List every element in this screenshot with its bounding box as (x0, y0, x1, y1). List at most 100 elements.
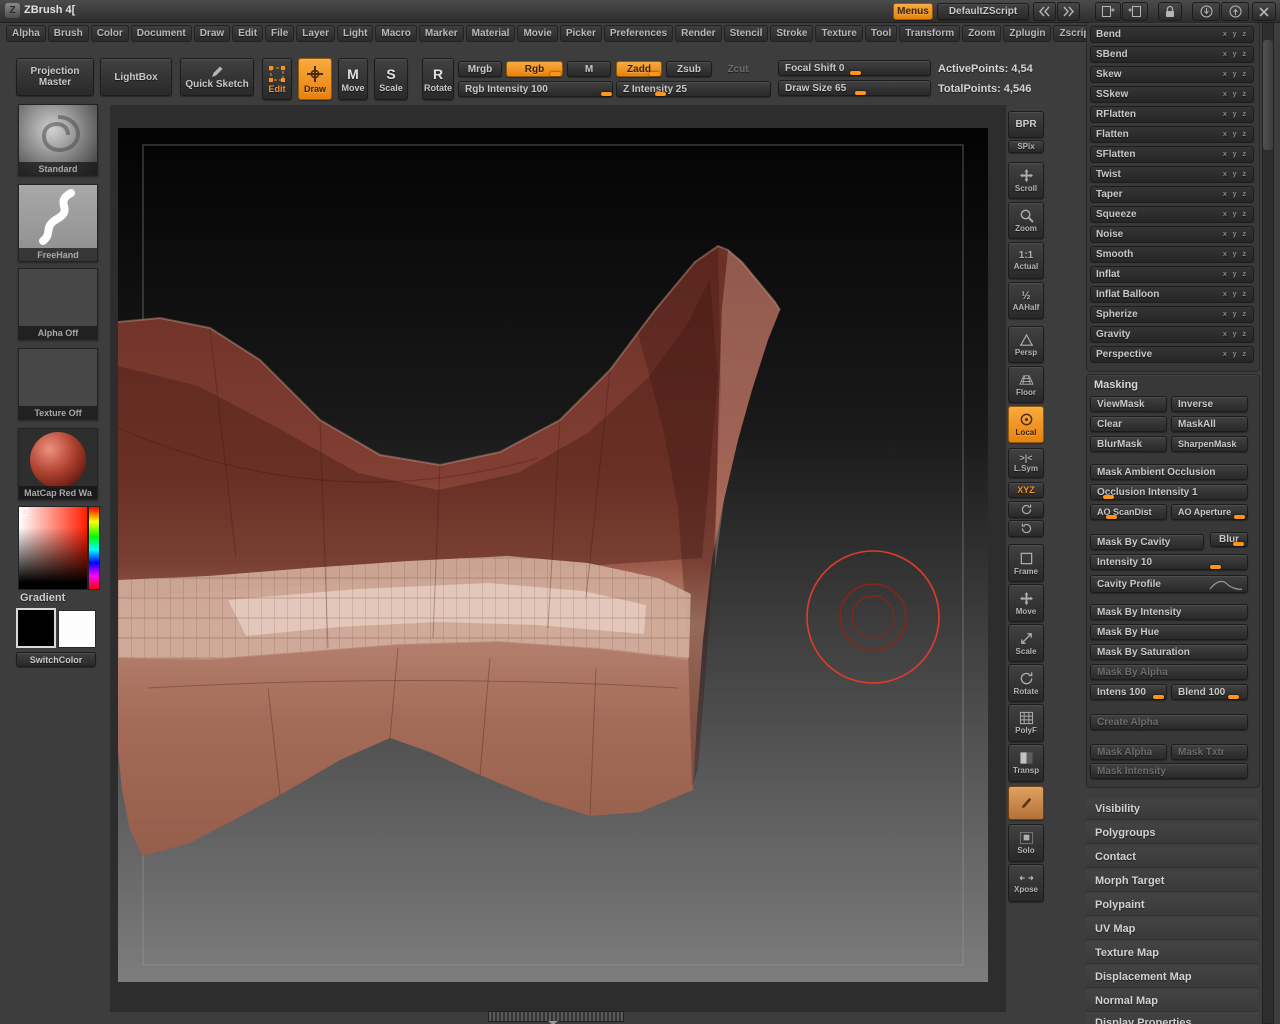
floor-button[interactable]: Floor (1008, 366, 1044, 403)
close-icon[interactable] (1252, 2, 1276, 21)
axis-toggles[interactable]: x y z (1223, 51, 1248, 58)
axis-toggles[interactable]: x y z (1223, 71, 1248, 78)
zscript-button[interactable]: DefaultZScript (937, 3, 1029, 20)
polyf-button[interactable]: PolyF (1008, 704, 1044, 742)
mask-txtr-button[interactable]: Mask Txtr (1171, 744, 1248, 760)
axis-toggles[interactable]: x y z (1223, 111, 1248, 118)
menu-picker[interactable]: Picker (559, 24, 602, 42)
mask-by-saturation-button[interactable]: Mask By Saturation (1090, 644, 1248, 660)
create-alpha-button[interactable]: Create Alpha (1090, 714, 1248, 730)
menu-file[interactable]: File (265, 24, 295, 42)
deform-row-sflatten[interactable]: SFlatten x y z (1090, 146, 1254, 163)
deform-row-inflat[interactable]: Inflat x y z (1090, 266, 1254, 283)
mask-by-alpha-button[interactable]: Mask By Alpha (1090, 664, 1248, 680)
persp-button[interactable]: Persp (1008, 326, 1044, 363)
menu-draw[interactable]: Draw (193, 24, 231, 42)
deform-row-bend[interactable]: Bend x y z (1090, 26, 1254, 43)
current-brush-thumbnail[interactable]: Standard (18, 104, 98, 176)
panel-scrollbar-thumb[interactable] (1263, 40, 1273, 150)
axis-toggles[interactable]: x y z (1223, 91, 1248, 98)
hue-strip[interactable] (88, 506, 100, 590)
panel-scrollbar[interactable] (1262, 22, 1274, 1024)
axis-toggles[interactable]: x y z (1223, 331, 1248, 338)
lightbox-button[interactable]: LightBox (100, 58, 172, 96)
deform-row-sskew[interactable]: SSkew x y z (1090, 86, 1254, 103)
menu-transform[interactable]: Transform (899, 24, 961, 42)
axis-toggles[interactable]: x y z (1223, 171, 1248, 178)
section-contact[interactable]: Contact (1086, 846, 1258, 868)
section-polypaint[interactable]: Polypaint (1086, 894, 1258, 916)
zcut-button[interactable]: Zcut (716, 61, 760, 77)
deform-row-inflat-balloon[interactable]: Inflat Balloon x y z (1090, 286, 1254, 303)
axis-toggles[interactable]: x y z (1223, 351, 1248, 358)
material-thumbnail[interactable]: MatCap Red Wa (18, 428, 98, 500)
m-button[interactable]: M (567, 61, 611, 77)
deform-row-taper[interactable]: Taper x y z (1090, 186, 1254, 203)
menu-stencil[interactable]: Stencil (723, 24, 769, 42)
alpha-thumbnail[interactable]: Alpha Off (18, 268, 98, 340)
frame-button[interactable]: Frame (1008, 544, 1044, 582)
z-intensity-slider[interactable]: Z Intensity 25 (616, 81, 771, 97)
color-picker-cursor[interactable] (20, 508, 28, 516)
section-texture-map[interactable]: Texture Map (1086, 942, 1258, 964)
store-depth-icon[interactable] (1192, 2, 1220, 21)
focal-shift-slider[interactable]: Focal Shift 0 (778, 60, 931, 76)
xyz-button[interactable]: XYZ (1008, 482, 1044, 498)
quick-sketch-button[interactable]: Quick Sketch (180, 58, 254, 96)
deform-row-gravity[interactable]: Gravity x y z (1090, 326, 1254, 343)
main-color-swatch[interactable] (16, 608, 56, 648)
blur-slider[interactable]: Blur (1210, 532, 1248, 547)
solo-button[interactable]: Solo (1008, 824, 1044, 862)
secondary-color-swatch[interactable] (58, 610, 96, 648)
menus-button[interactable]: Menus (893, 3, 933, 20)
copy-document-icon[interactable] (1095, 2, 1121, 21)
zsub-button[interactable]: Zsub (666, 61, 712, 77)
menu-brush[interactable]: Brush (47, 24, 89, 42)
menu-zplugin[interactable]: Zplugin (1003, 24, 1052, 42)
menu-preferences[interactable]: Preferences (603, 24, 674, 42)
section-displacement-map[interactable]: Displacement Map (1086, 966, 1258, 988)
section-polygroups[interactable]: Polygroups (1086, 822, 1258, 844)
menu-tool[interactable]: Tool (864, 24, 898, 42)
axis-toggles[interactable]: x y z (1223, 211, 1248, 218)
actual-button[interactable]: 1:1 Actual (1008, 242, 1044, 279)
deform-row-noise[interactable]: Noise x y z (1090, 226, 1254, 243)
menu-document[interactable]: Document (130, 24, 192, 42)
cavity-profile-curve[interactable]: Cavity Profile (1090, 575, 1248, 593)
spix-slider[interactable]: SPix (1008, 140, 1044, 153)
move-button[interactable]: M Move (338, 58, 368, 100)
deform-row-rflatten[interactable]: RFlatten x y z (1090, 106, 1254, 123)
deform-row-twist[interactable]: Twist x y z (1090, 166, 1254, 183)
blurmask-button[interactable]: BlurMask (1090, 436, 1167, 452)
xpose-button[interactable]: Xpose (1008, 864, 1044, 902)
paste-document-icon[interactable] (1122, 2, 1148, 21)
lock-icon[interactable] (1158, 2, 1182, 21)
masking-header[interactable]: Masking (1094, 379, 1138, 391)
menu-marker[interactable]: Marker (418, 24, 464, 42)
menu-zoom[interactable]: Zoom (962, 24, 1002, 42)
scroll-button[interactable]: Scroll (1008, 162, 1044, 199)
scale-button[interactable]: S Scale (374, 58, 408, 100)
menu-macro[interactable]: Macro (375, 24, 417, 42)
mask-ambient-occlusion-button[interactable]: Mask Ambient Occlusion (1090, 464, 1248, 480)
axis-toggles[interactable]: x y z (1223, 271, 1248, 278)
menu-stroke[interactable]: Stroke (770, 24, 814, 42)
section-visibility[interactable]: Visibility (1086, 798, 1258, 820)
deform-row-skew[interactable]: Skew x y z (1090, 66, 1254, 83)
section-normal-map[interactable]: Normal Map (1086, 990, 1258, 1012)
deform-row-spherize[interactable]: Spherize x y z (1090, 306, 1254, 323)
axis-toggles[interactable]: x y z (1223, 251, 1248, 258)
axis-toggles[interactable]: x y z (1223, 231, 1248, 238)
zadd-button[interactable]: Zadd (616, 61, 662, 77)
cavity-intensity-slider[interactable]: Intensity 10 (1090, 554, 1248, 570)
axis-toggles[interactable]: x y z (1223, 291, 1248, 298)
rotate-ccw-icon[interactable] (1008, 520, 1044, 537)
axis-toggles[interactable]: x y z (1223, 191, 1248, 198)
ghost-button[interactable] (1008, 786, 1044, 820)
scroll-left-icon[interactable] (1033, 2, 1056, 21)
inverse-button[interactable]: Inverse (1171, 396, 1248, 412)
menu-material[interactable]: Material (465, 24, 516, 42)
texture-thumbnail[interactable]: Texture Off (18, 348, 98, 420)
ao-scandist-slider[interactable]: AO ScanDist (1090, 504, 1167, 520)
shelf-scale-button[interactable]: Scale (1008, 624, 1044, 662)
